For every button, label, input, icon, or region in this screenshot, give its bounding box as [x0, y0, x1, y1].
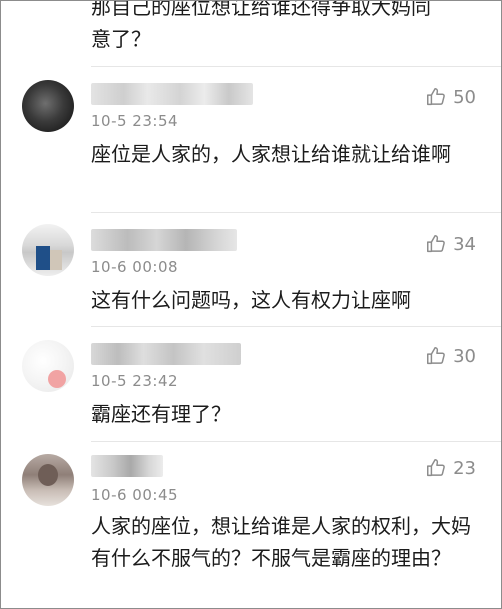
- username-blurred[interactable]: [91, 229, 237, 251]
- previous-comment-text: 那自己的座位想让给谁还得争取大妈同 意了？: [91, 0, 486, 55]
- previous-comment-line-2: 意了？: [91, 27, 151, 51]
- username-blurred[interactable]: [91, 455, 163, 477]
- comment-divider: [91, 326, 502, 327]
- thumbs-up-icon: [425, 457, 447, 479]
- comment-divider: [91, 212, 502, 213]
- avatar[interactable]: [22, 454, 74, 506]
- like-button[interactable]: 30: [425, 344, 476, 368]
- like-count: 50: [453, 86, 476, 108]
- comment-timestamp: 10-5 23:42: [91, 372, 179, 390]
- avatar[interactable]: [22, 224, 74, 276]
- like-button[interactable]: 34: [425, 232, 476, 256]
- like-count: 30: [453, 345, 476, 367]
- previous-comment-line-1: 那自己的座位想让给谁还得争取大妈同: [91, 0, 431, 19]
- thumbs-up-icon: [425, 233, 447, 255]
- avatar[interactable]: [22, 80, 74, 132]
- comment-text: 霸座还有理了？: [91, 402, 231, 426]
- comment-divider: [91, 441, 502, 442]
- comment-timestamp: 10-5 23:54: [91, 112, 179, 130]
- comment-text: 人家的座位，想让给谁是人家的权利，大妈有什么不服气的？不服气是霸座的理由？: [91, 514, 471, 570]
- comment-text: 座位是人家的，人家想让给谁就让给谁啊: [91, 142, 451, 166]
- comment-text: 这有什么问题吗，这人有权力让座啊: [91, 288, 411, 312]
- comment-divider: [91, 66, 502, 67]
- thumbs-up-icon: [425, 86, 447, 108]
- like-count: 34: [453, 233, 476, 255]
- thumbs-up-icon: [425, 345, 447, 367]
- username-blurred[interactable]: [91, 343, 241, 365]
- comment-timestamp: 10-6 00:08: [91, 258, 179, 276]
- like-button[interactable]: 23: [425, 456, 476, 480]
- like-count: 23: [453, 457, 476, 479]
- username-blurred[interactable]: [91, 83, 253, 105]
- avatar[interactable]: [22, 340, 74, 392]
- comment-timestamp: 10-6 00:45: [91, 486, 179, 504]
- like-button[interactable]: 50: [425, 85, 476, 109]
